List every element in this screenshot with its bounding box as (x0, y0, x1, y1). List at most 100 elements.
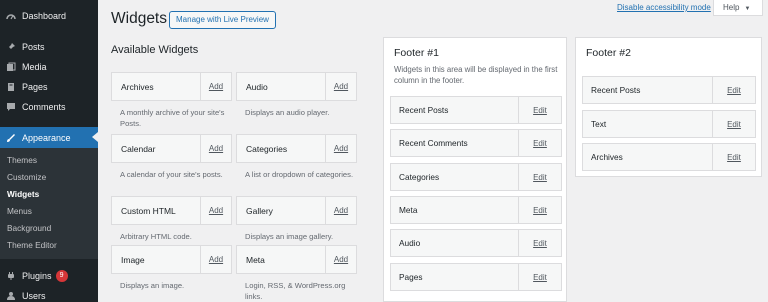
add-button[interactable]: Add (325, 73, 356, 100)
add-button[interactable]: Add (325, 197, 356, 224)
edit-button[interactable]: Edit (712, 144, 755, 170)
help-label: Help (723, 3, 740, 12)
footer-2-area: Footer #2 Recent Posts Edit Text Edit Arch… (575, 37, 762, 177)
widget-name: Meta (246, 254, 265, 265)
footer-1-widget[interactable]: Recent Posts Edit (390, 96, 562, 124)
edit-button[interactable]: Edit (518, 197, 561, 223)
sidebar-item-label: Appearance (22, 132, 71, 143)
widget-name: Recent Posts (591, 85, 641, 95)
users-icon (6, 291, 16, 301)
widget-name: Custom HTML (121, 205, 176, 216)
add-button[interactable]: Add (200, 246, 231, 273)
page-title: Widgets (111, 10, 167, 27)
widget-name: Meta (399, 205, 418, 215)
widget-name: Audio (246, 81, 268, 92)
widget-name: Recent Comments (399, 138, 468, 148)
widget-description: Login, RSS, & WordPress.org links. (245, 281, 346, 301)
footer-1-description: Widgets in this area will be displayed i… (394, 65, 558, 85)
widget-description: Arbitrary HTML code. (120, 232, 192, 241)
add-button[interactable]: Add (200, 197, 231, 224)
widget-description: A list or dropdown of categories. (245, 170, 354, 179)
widget-gallery: Gallery Add Displays an image gallery. (236, 196, 357, 242)
widget-description: A monthly archive of your site's Posts. (120, 108, 225, 128)
sidebar-item-posts[interactable]: Posts (0, 37, 98, 57)
comments-icon (6, 102, 16, 112)
manage-live-preview-button[interactable]: Manage with Live Preview (169, 11, 276, 29)
widget-bar[interactable]: Categories Add (236, 134, 357, 163)
widget-bar[interactable]: Gallery Add (236, 196, 357, 225)
footer-2-widget[interactable]: Recent Posts Edit (582, 76, 756, 104)
disable-accessibility-link[interactable]: Disable accessibility mode (617, 3, 711, 12)
footer-1-title[interactable]: Footer #1 (384, 38, 566, 64)
widget-custom-html: Custom HTML Add Arbitrary HTML code. (111, 196, 232, 242)
widget-archives: Archives Add A monthly archive of your si… (111, 72, 232, 129)
edit-button[interactable]: Edit (518, 97, 561, 123)
sidebar-item-label: Plugins (22, 271, 52, 281)
widget-calendar: Calendar Add A calendar of your site's po… (111, 134, 232, 180)
widget-description: Displays an image gallery. (245, 232, 334, 241)
footer-1-widget[interactable]: Meta Edit (390, 196, 562, 224)
sidebar-item-comments[interactable]: Comments (0, 97, 98, 117)
widget-description: A calendar of your site's posts. (120, 170, 223, 179)
help-tab[interactable]: Help ▼ (713, 0, 763, 16)
widget-name: Gallery (246, 205, 273, 216)
sidebar-item-pages[interactable]: Pages (0, 77, 98, 97)
footer-2-title[interactable]: Footer #2 (576, 38, 761, 64)
sidebar-item-plugins[interactable]: Plugins 9 (0, 266, 98, 286)
submenu-theme-editor[interactable]: Theme Editor (0, 237, 98, 254)
widget-bar[interactable]: Image Add (111, 245, 232, 274)
submenu-menus[interactable]: Menus (0, 203, 98, 220)
add-button[interactable]: Add (325, 246, 356, 273)
sidebar-item-users[interactable]: Users (0, 286, 98, 302)
caret-down-icon: ▼ (744, 6, 751, 12)
widget-image: Image Add Displays an image. (111, 245, 232, 291)
footer-2-widget[interactable]: Text Edit (582, 110, 756, 138)
widget-name: Archives (121, 81, 154, 92)
media-icon (6, 62, 16, 72)
widget-name: Archives (591, 152, 623, 162)
widget-bar[interactable]: Calendar Add (111, 134, 232, 163)
widget-audio: Audio Add Displays an audio player. (236, 72, 357, 118)
widget-categories: Categories Add A list or dropdown of cate… (236, 134, 357, 180)
add-button[interactable]: Add (200, 73, 231, 100)
widget-name: Categories (399, 172, 440, 182)
edit-button[interactable]: Edit (518, 230, 561, 256)
sidebar-item-label: Pages (22, 82, 48, 92)
widget-name: Categories (246, 143, 288, 154)
edit-button[interactable]: Edit (518, 264, 561, 290)
sidebar-item-label: Comments (22, 102, 66, 112)
sidebar-item-appearance[interactable]: Appearance (0, 127, 98, 148)
plugins-update-badge: 9 (55, 270, 68, 282)
widget-name: Recent Posts (399, 105, 449, 115)
sidebar-item-label: Users (22, 291, 46, 301)
submenu-themes[interactable]: Themes (0, 152, 98, 169)
submenu-customize[interactable]: Customize (0, 169, 98, 186)
plugin-icon (6, 271, 16, 281)
edit-button[interactable]: Edit (518, 164, 561, 190)
widget-name: Text (591, 119, 607, 129)
sidebar-item-dashboard[interactable]: Dashboard (0, 6, 98, 26)
widget-bar[interactable]: Custom HTML Add (111, 196, 232, 225)
edit-button[interactable]: Edit (712, 77, 755, 103)
widget-name: Pages (399, 272, 423, 282)
edit-button[interactable]: Edit (712, 111, 755, 137)
widget-bar[interactable]: Archives Add (111, 72, 232, 101)
widget-description: Displays an audio player. (245, 108, 330, 117)
footer-1-widget[interactable]: Pages Edit (390, 263, 562, 291)
add-button[interactable]: Add (200, 135, 231, 162)
footer-1-widget[interactable]: Audio Edit (390, 229, 562, 257)
edit-button[interactable]: Edit (518, 130, 561, 156)
footer-1-widget[interactable]: Recent Comments Edit (390, 129, 562, 157)
add-button[interactable]: Add (325, 135, 356, 162)
submenu-background[interactable]: Background (0, 220, 98, 237)
submenu-widgets[interactable]: Widgets (0, 186, 98, 203)
pin-icon (6, 42, 16, 52)
sidebar-item-media[interactable]: Media (0, 57, 98, 77)
widget-bar[interactable]: Audio Add (236, 72, 357, 101)
widget-bar[interactable]: Meta Add (236, 245, 357, 274)
footer-1-widget[interactable]: Categories Edit (390, 163, 562, 191)
brush-icon (6, 133, 16, 143)
footer-2-widget[interactable]: Archives Edit (582, 143, 756, 171)
sidebar-item-label: Dashboard (22, 11, 67, 21)
appearance-submenu: Themes Customize Widgets Menus Backgroun… (0, 148, 98, 259)
